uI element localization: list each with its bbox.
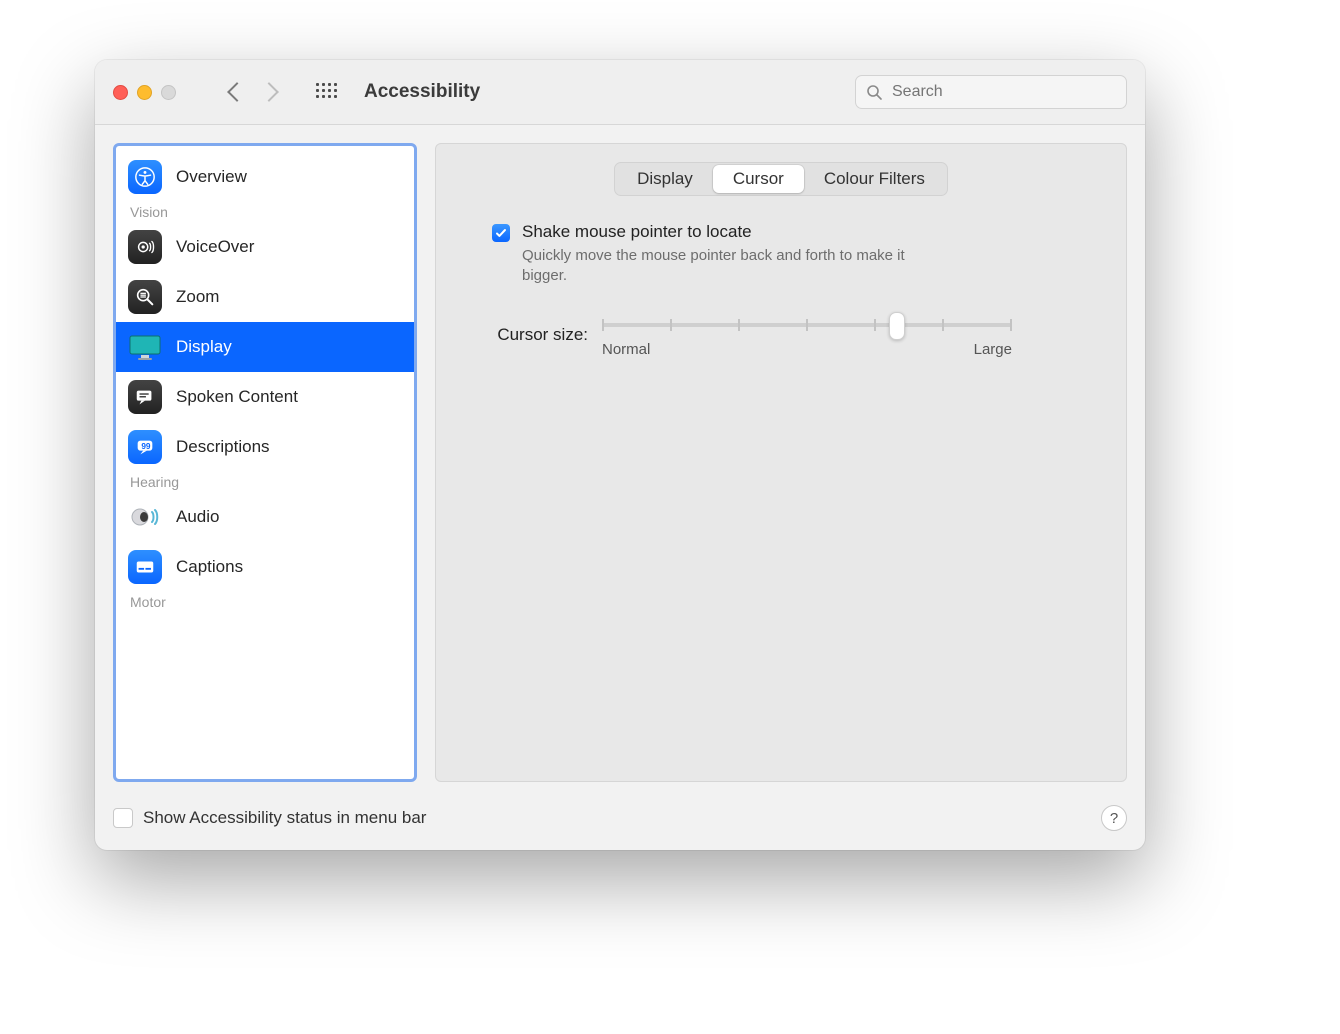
sidebar-item-label: Captions <box>176 557 243 577</box>
window-footer: Show Accessibility status in menu bar ? <box>95 792 1145 850</box>
preferences-window: Accessibility Overview Vision <box>95 60 1145 850</box>
zoom-window-button[interactable] <box>161 85 176 100</box>
sidebar-item-spoken-content[interactable]: Spoken Content <box>116 372 414 422</box>
window-title: Accessibility <box>364 81 480 103</box>
sidebar-section-vision: Vision <box>116 202 414 222</box>
shake-to-locate-label: Shake mouse pointer to locate <box>522 222 952 242</box>
nav-arrows <box>230 85 276 99</box>
sidebar-item-zoom[interactable]: Zoom <box>116 272 414 322</box>
search-field[interactable] <box>855 75 1127 109</box>
sidebar-item-overview[interactable]: Overview <box>116 152 414 202</box>
spoken-content-icon <box>128 380 162 414</box>
show-status-menubar-checkbox[interactable] <box>113 808 133 828</box>
tab-cursor[interactable]: Cursor <box>713 165 804 193</box>
zoom-icon <box>128 280 162 314</box>
forward-button <box>259 82 279 102</box>
tab-display[interactable]: Display <box>617 165 713 193</box>
sidebar-section-hearing: Hearing <box>116 472 414 492</box>
sidebar-item-label: Zoom <box>176 287 219 307</box>
tab-colour-filters[interactable]: Colour Filters <box>804 165 945 193</box>
sidebar-section-motor: Motor <box>116 592 414 612</box>
back-button[interactable] <box>227 82 247 102</box>
slider-thumb[interactable] <box>889 312 905 340</box>
sidebar-item-label: VoiceOver <box>176 237 254 257</box>
accessibility-sidebar[interactable]: Overview Vision VoiceOver Zoom <box>113 143 417 782</box>
sidebar-item-audio[interactable]: Audio <box>116 492 414 542</box>
minimize-window-button[interactable] <box>137 85 152 100</box>
captions-icon <box>128 550 162 584</box>
audio-icon <box>128 500 162 534</box>
display-settings-panel: Display Cursor Colour Filters Shake mous… <box>435 143 1127 782</box>
help-button[interactable]: ? <box>1101 805 1127 831</box>
cursor-size-max-label: Large <box>974 341 1012 358</box>
cursor-size-min-label: Normal <box>602 341 650 358</box>
display-tabs[interactable]: Display Cursor Colour Filters <box>614 162 948 196</box>
search-icon <box>866 84 882 100</box>
search-input[interactable] <box>890 82 1116 102</box>
svg-text:99: 99 <box>141 442 151 451</box>
voiceover-icon <box>128 230 162 264</box>
sidebar-item-label: Descriptions <box>176 437 270 457</box>
cursor-size-slider[interactable] <box>602 313 1012 337</box>
titlebar: Accessibility <box>95 60 1145 125</box>
sidebar-item-label: Overview <box>176 167 247 187</box>
shake-to-locate-description: Quickly move the mouse pointer back and … <box>522 246 952 287</box>
show-all-prefs-button[interactable] <box>316 83 334 101</box>
show-status-menubar-label: Show Accessibility status in menu bar <box>143 808 426 828</box>
sidebar-item-label: Display <box>176 337 232 357</box>
close-window-button[interactable] <box>113 85 128 100</box>
sidebar-item-voiceover[interactable]: VoiceOver <box>116 222 414 272</box>
descriptions-icon: 99 <box>128 430 162 464</box>
accessibility-icon <box>128 160 162 194</box>
slider-ticks <box>602 319 1012 331</box>
sidebar-item-display[interactable]: Display <box>116 322 414 372</box>
cursor-size-label: Cursor size: <box>492 325 588 345</box>
sidebar-item-descriptions[interactable]: 99 Descriptions <box>116 422 414 472</box>
sidebar-item-captions[interactable]: Captions <box>116 542 414 592</box>
display-icon <box>128 330 162 364</box>
check-icon <box>495 227 507 239</box>
shake-to-locate-checkbox[interactable] <box>492 224 510 242</box>
sidebar-item-label: Spoken Content <box>176 387 298 407</box>
window-controls <box>113 85 176 100</box>
sidebar-item-label: Audio <box>176 507 219 527</box>
